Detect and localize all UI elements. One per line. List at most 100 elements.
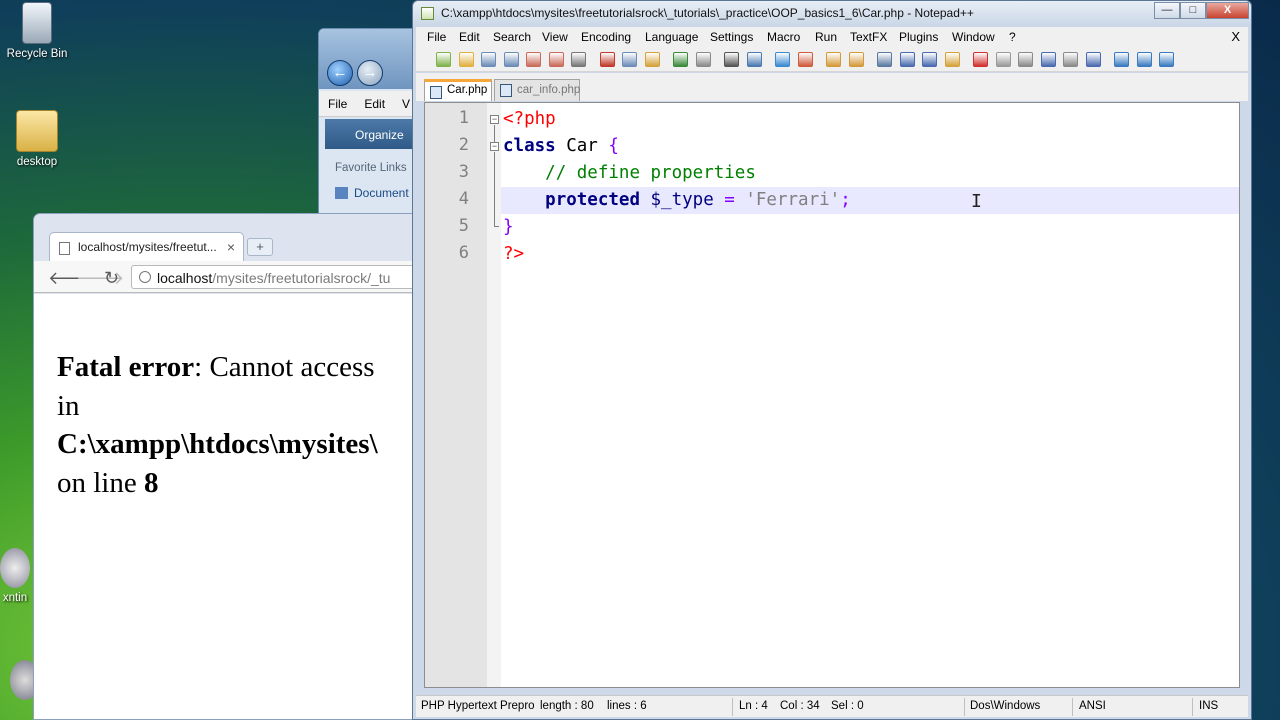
zoom-out-icon[interactable] [797,52,813,67]
open-icon[interactable] [458,52,474,67]
stop-icon[interactable] [995,52,1011,67]
print-icon[interactable] [571,52,586,67]
error-message: : Cannot access [194,351,375,383]
indent-guide-icon[interactable] [922,52,937,67]
undo-icon[interactable] [673,52,688,67]
minimize-button[interactable]: — [1154,2,1180,19]
code-comment: // define properties [545,163,756,183]
explorer-menu-edit[interactable]: Edit [355,91,393,111]
status-selection: Sel : 0 [831,700,864,712]
organize-label: Organize [355,128,404,142]
recycle-bin-icon [22,2,52,44]
close-all-icon[interactable] [548,52,564,67]
new-tab-button[interactable]: + [247,238,273,256]
status-divider [732,698,733,716]
keyword-class: class [503,136,556,156]
string-literal: 'Ferrari' [734,190,841,210]
keyword-protected: protected [545,190,640,210]
menu-plugins[interactable]: Plugins [899,30,938,44]
window-title: C:\xampp\htdocs\mysites\freetutorialsroc… [441,6,974,20]
sync-v-icon[interactable] [826,52,841,67]
save-macro-icon[interactable] [1063,52,1078,67]
close-icon[interactable] [526,52,541,67]
semicolon: ; [840,190,851,210]
menu-macro[interactable]: Macro [767,30,800,44]
code-line-2: class Car { [503,133,619,160]
back-arrow-icon[interactable]: ← [327,60,353,86]
save-all-icon[interactable] [503,52,519,67]
menu-encoding[interactable]: Encoding [581,30,631,44]
sync-h-icon[interactable] [848,52,864,67]
line-number: 3 [458,162,469,182]
reload-icon[interactable]: ↻ [104,268,119,289]
trim-icon[interactable] [1085,52,1101,67]
status-lines: lines : 6 [607,700,647,712]
redo-icon[interactable] [695,52,711,67]
menu-settings[interactable]: Settings [710,30,753,44]
browser-tab[interactable]: localhost/mysites/freetut... × [49,232,244,262]
menu-run[interactable]: Run [815,30,837,44]
copy-icon[interactable] [622,52,637,67]
fold-line [494,125,495,142]
file-icon [430,86,442,99]
page-icon [59,242,70,255]
address-bar[interactable]: localhost/mysites/freetutorialsrock/_tu [131,265,426,289]
recycle-bin-shortcut[interactable]: Recycle Bin [0,2,74,60]
tab-car-info-php[interactable]: car_info.php [494,79,580,101]
tab-car-php[interactable]: Car.php [424,79,492,101]
explorer-menu-file[interactable]: File [319,91,355,111]
collapse-icon[interactable] [1159,52,1174,67]
browser-tab-title: localhost/mysites/freetut... [78,240,217,254]
fold-toggle-icon[interactable]: − [490,115,499,124]
forward-arrow-icon[interactable]: → [357,60,383,86]
play-multi-icon[interactable] [1040,52,1056,67]
favorite-links-heading: Favorite Links [335,162,407,174]
class-name: Car [555,136,609,156]
desktop-icon-label: desktop [16,156,58,168]
menu-language[interactable]: Language [645,30,698,44]
all-chars-icon[interactable] [899,52,915,67]
status-bar: PHP Hypertext Prepro length : 80 lines :… [416,695,1248,717]
favorite-link-documents[interactable]: Document [335,186,409,200]
status-divider [1072,698,1073,716]
status-length: length : 80 [540,700,594,712]
down-icon[interactable] [1136,52,1152,67]
record-icon[interactable] [973,52,988,67]
up-icon[interactable] [1114,52,1129,67]
save-icon[interactable] [481,52,496,67]
menu-file[interactable]: File [427,30,446,44]
folder-icon[interactable] [944,52,960,67]
new-icon[interactable] [436,52,451,67]
page-info-icon[interactable] [139,271,151,283]
paste-icon[interactable] [644,52,660,67]
find-icon[interactable] [724,52,739,67]
menu-view[interactable]: View [542,30,568,44]
error-line-prefix: on line [57,466,144,499]
line-number: 5 [458,216,469,236]
menu-window[interactable]: Window [952,30,995,44]
menu-close-icon[interactable]: X [1231,29,1240,44]
menu-help[interactable]: ? [1009,30,1016,44]
play-icon[interactable] [1018,52,1033,67]
tab-close-icon[interactable]: × [227,239,235,255]
cut-icon[interactable] [599,52,615,67]
fold-line [494,152,495,226]
zoom-in-icon[interactable] [775,52,790,67]
error-path: C:\xampp\htdocs\mysites\ [57,428,378,460]
desktop-folder-shortcut[interactable]: desktop [0,110,74,168]
php-error-message: Fatal error: Cannot access in C:\xampp\h… [57,348,437,502]
replace-icon[interactable] [746,52,762,67]
browser-page: Fatal error: Cannot access in C:\xampp\h… [34,294,422,719]
fold-toggle-icon[interactable]: − [490,142,499,151]
browser-window: localhost/mysites/freetut... × + 🡐 🡒 ↻ l… [33,213,426,720]
browser-toolbar: 🡐 🡒 ↻ localhost/mysites/freetutorialsroc… [34,261,426,293]
wrap-icon[interactable] [877,52,892,67]
menu-search[interactable]: Search [493,30,531,44]
php-open-tag: <?php [503,109,556,129]
menu-edit[interactable]: Edit [459,30,480,44]
close-button[interactable]: X [1206,2,1249,19]
menu-textfx[interactable]: TextFX [850,30,887,44]
code-editor[interactable]: 1 2 3 4 5 6 − − <?php class Car { // def… [424,102,1240,688]
maximize-button[interactable]: □ [1180,2,1206,19]
code-line-6: ?> [503,241,524,268]
